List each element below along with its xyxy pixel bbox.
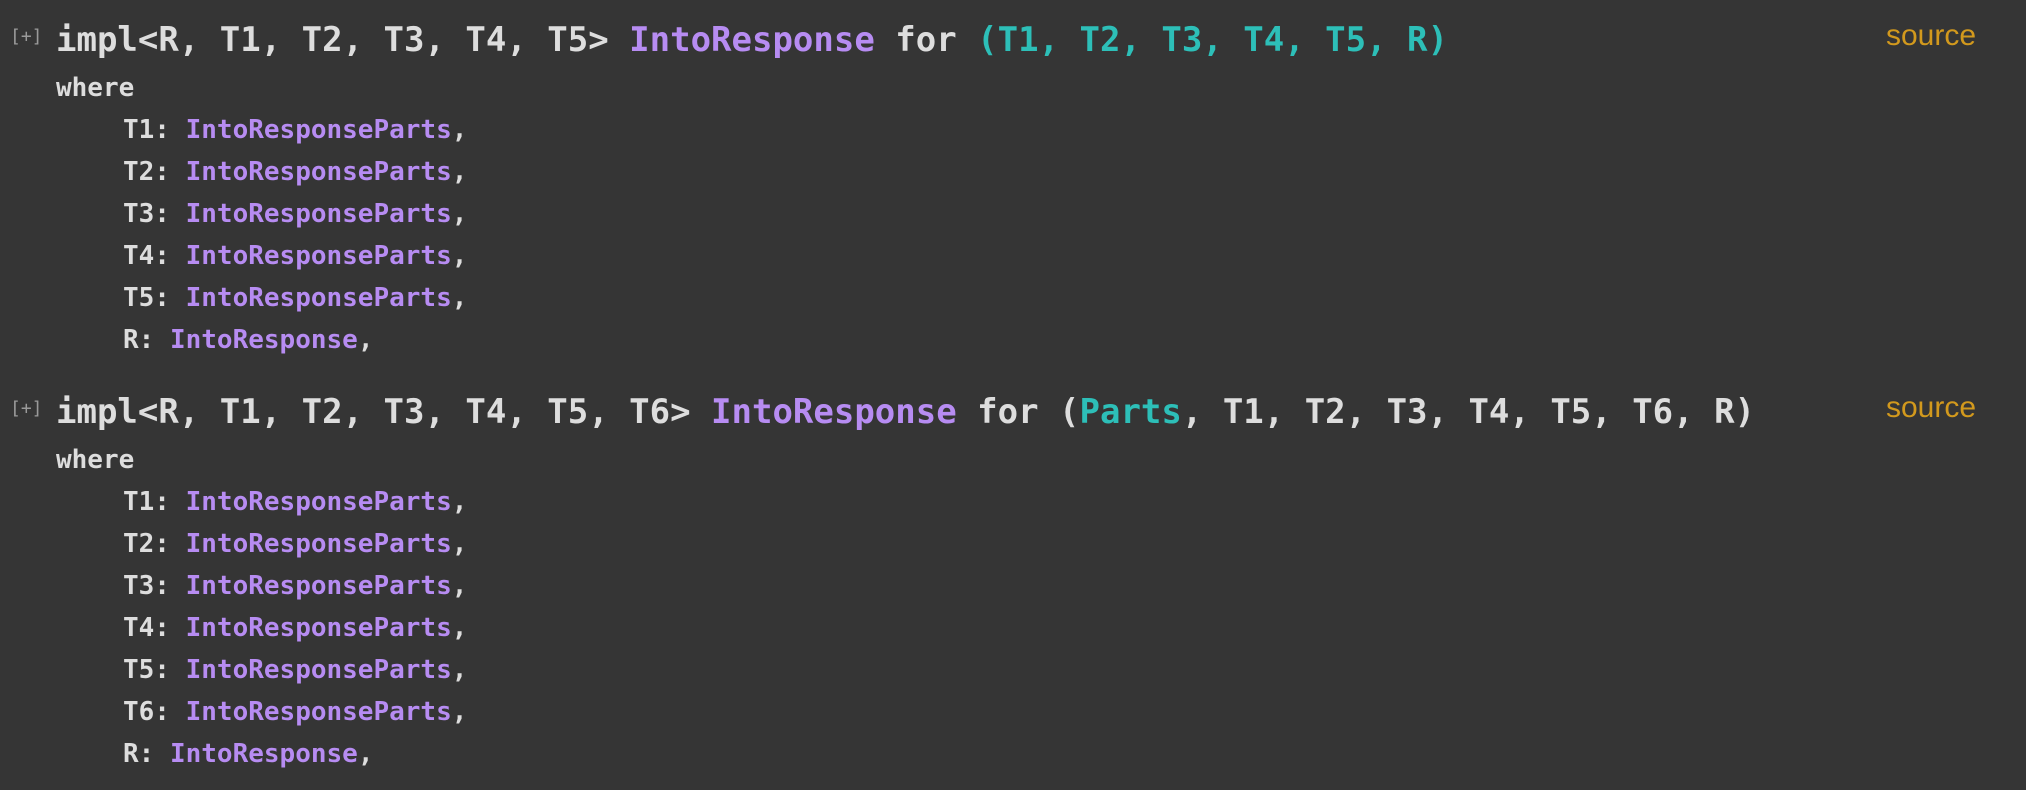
bound-trait-link[interactable]: IntoResponseParts <box>186 655 452 685</box>
bound-punct: , <box>451 529 468 559</box>
expand-toggle-icon[interactable]: [+] <box>10 26 43 48</box>
target-open-paren: ( <box>1059 392 1080 432</box>
bound-punct: , <box>451 199 468 229</box>
impl-header: impl<R, T1, T2, T3, T4, T5, T6> IntoResp… <box>56 392 1755 432</box>
bound-param: T2: <box>123 529 186 559</box>
bound-param: R: <box>123 739 170 769</box>
bound-param: T5: <box>123 655 186 685</box>
where-bound: T4: IntoResponseParts, <box>123 238 467 274</box>
bound-punct: , <box>451 241 468 271</box>
where-bound: T1: IntoResponseParts, <box>123 112 467 148</box>
impl-generics: impl<R, T1, T2, T3, T4, T5> <box>56 20 630 60</box>
target-rest: , T1, T2, T3, T4, T5, T6, R) <box>1181 392 1756 432</box>
where-bound: R: IntoResponse, <box>123 322 373 358</box>
where-bound: T3: IntoResponseParts, <box>123 196 467 232</box>
where-bound: T6: IntoResponseParts, <box>123 694 467 730</box>
bound-punct: , <box>451 157 468 187</box>
bound-param: T6: <box>123 697 186 727</box>
where-keyword: where <box>56 445 135 475</box>
where-bound: R: IntoResponse, <box>123 736 373 772</box>
bound-trait-link[interactable]: IntoResponseParts <box>186 199 452 229</box>
bound-trait-link[interactable]: IntoResponseParts <box>186 283 452 313</box>
bound-trait-link[interactable]: IntoResponse <box>170 739 358 769</box>
bound-punct: , <box>451 571 468 601</box>
bound-param: T3: <box>123 571 186 601</box>
bound-param: T5: <box>123 283 186 313</box>
impl-header: impl<R, T1, T2, T3, T4, T5> IntoResponse… <box>56 20 1448 60</box>
bound-punct: , <box>451 283 468 313</box>
bound-trait-link[interactable]: IntoResponseParts <box>186 241 452 271</box>
bound-trait-link[interactable]: IntoResponseParts <box>186 697 452 727</box>
bound-punct: , <box>451 697 468 727</box>
source-link[interactable]: source <box>1886 16 1976 56</box>
expand-toggle-icon[interactable]: [+] <box>10 398 43 420</box>
trait-link[interactable]: IntoResponse <box>629 20 875 60</box>
source-link[interactable]: source <box>1886 388 1976 428</box>
bound-param: T2: <box>123 157 186 187</box>
where-bound: T5: IntoResponseParts, <box>123 652 467 688</box>
where-bound: T3: IntoResponseParts, <box>123 568 467 604</box>
bound-punct: , <box>451 613 468 643</box>
bound-punct: , <box>357 739 374 769</box>
bound-param: T1: <box>123 115 186 145</box>
where-bound: T1: IntoResponseParts, <box>123 484 467 520</box>
bound-punct: , <box>357 325 374 355</box>
bound-punct: , <box>451 655 468 685</box>
bound-punct: , <box>451 115 468 145</box>
where-bound: T2: IntoResponseParts, <box>123 154 467 190</box>
for-keyword: for <box>956 392 1060 432</box>
where-bound: T5: IntoResponseParts, <box>123 280 467 316</box>
bound-param: R: <box>123 325 170 355</box>
bound-punct: , <box>451 487 468 517</box>
trait-link[interactable]: IntoResponse <box>711 392 957 432</box>
impl-generics: impl<R, T1, T2, T3, T4, T5, T6> <box>56 392 712 432</box>
bound-param: T4: <box>123 613 186 643</box>
bound-param: T1: <box>123 487 186 517</box>
bound-trait-link[interactable]: IntoResponseParts <box>186 115 452 145</box>
where-bound: T2: IntoResponseParts, <box>123 526 467 562</box>
for-keyword: for <box>874 20 978 60</box>
bound-trait-link[interactable]: IntoResponseParts <box>186 487 452 517</box>
bound-param: T3: <box>123 199 186 229</box>
bound-trait-link[interactable]: IntoResponseParts <box>186 613 452 643</box>
bound-trait-link[interactable]: IntoResponse <box>170 325 358 355</box>
target-tuple-type[interactable]: (T1, T2, T3, T4, T5, R) <box>977 20 1448 60</box>
target-parts-type[interactable]: Parts <box>1080 392 1182 432</box>
bound-trait-link[interactable]: IntoResponseParts <box>186 571 452 601</box>
bound-param: T4: <box>123 241 186 271</box>
where-bound: T4: IntoResponseParts, <box>123 610 467 646</box>
where-keyword: where <box>56 73 135 103</box>
bound-trait-link[interactable]: IntoResponseParts <box>186 157 452 187</box>
bound-trait-link[interactable]: IntoResponseParts <box>186 529 452 559</box>
